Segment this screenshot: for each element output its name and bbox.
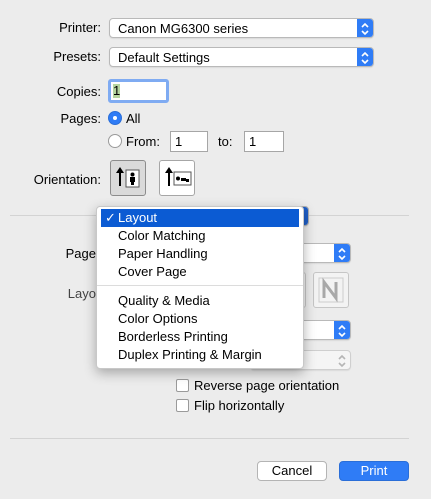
- menu-item-label: Color Matching: [118, 228, 206, 243]
- layout-n-icon: [318, 277, 344, 303]
- menu-item-label: Borderless Printing: [118, 329, 228, 344]
- presets-select-value: Default Settings: [118, 50, 210, 65]
- print-button[interactable]: Print: [339, 461, 409, 481]
- reverse-orientation-checkbox[interactable]: [176, 379, 189, 392]
- flip-horizontally-checkbox[interactable]: [176, 399, 189, 412]
- pages-from-label: From:: [126, 134, 160, 149]
- menu-separator: [97, 285, 303, 286]
- portrait-icon: [116, 167, 140, 188]
- landscape-icon: [165, 167, 192, 186]
- pages-from-field[interactable]: 1: [170, 131, 208, 152]
- orientation-landscape-button[interactable]: [159, 160, 195, 196]
- orientation-portrait-button[interactable]: [110, 160, 146, 196]
- printer-label: Printer:: [59, 20, 101, 35]
- menu-item-borderless-printing[interactable]: Borderless Printing: [97, 328, 303, 346]
- presets-select[interactable]: Default Settings: [109, 47, 374, 67]
- menu-item-label: Duplex Printing & Margin: [118, 347, 262, 362]
- printer-select[interactable]: Canon MG6300 series: [109, 18, 374, 38]
- layout-direction-n-button[interactable]: [313, 272, 349, 308]
- menu-item-label: Color Options: [118, 311, 198, 326]
- chevron-updown-icon: [357, 48, 373, 66]
- menu-item-label: Layout: [118, 210, 158, 225]
- menu-item-color-matching[interactable]: Color Matching: [97, 227, 303, 245]
- menu-item-paper-handling[interactable]: Paper Handling: [97, 245, 303, 263]
- cancel-button[interactable]: Cancel: [257, 461, 327, 481]
- copies-field[interactable]: 1: [108, 79, 169, 103]
- menu-item-quality-media[interactable]: Quality & Media: [97, 292, 303, 310]
- separator-bottom: [10, 438, 409, 439]
- pages-from-value: 1: [175, 134, 183, 149]
- pages-to-value: 1: [249, 134, 257, 149]
- section-menu: ✓ Layout Color Matching Paper Handling C…: [96, 206, 304, 369]
- chevron-updown-icon: [334, 351, 350, 369]
- chevron-updown-icon: [334, 244, 350, 262]
- menu-item-layout[interactable]: ✓ Layout: [101, 209, 299, 227]
- menu-item-cover-page[interactable]: Cover Page: [97, 263, 303, 281]
- chevron-updown-icon: [357, 19, 373, 37]
- menu-item-label: Paper Handling: [118, 246, 208, 261]
- orientation-label: Orientation:: [33, 172, 101, 187]
- pages-from-radio[interactable]: [108, 134, 122, 148]
- pages-all-label: All: [126, 111, 141, 126]
- page-setting-label: Page: [65, 246, 96, 261]
- pages-to-field[interactable]: 1: [244, 131, 284, 152]
- presets-label: Presets:: [53, 49, 101, 64]
- flip-horizontally-label: Flip horizontally: [194, 398, 285, 413]
- menu-item-color-options[interactable]: Color Options: [97, 310, 303, 328]
- menu-item-label: Quality & Media: [118, 293, 210, 308]
- pages-label: Pages:: [60, 111, 101, 126]
- checkmark-icon: ✓: [105, 210, 116, 225]
- pages-to-label: to:: [218, 134, 233, 149]
- reverse-orientation-label: Reverse page orientation: [194, 378, 340, 393]
- layout-direction-label: Layo: [67, 286, 96, 301]
- menu-item-label: Cover Page: [118, 264, 187, 279]
- copies-value: 1: [113, 83, 121, 98]
- chevron-updown-icon: [334, 321, 350, 339]
- pages-all-radio[interactable]: [108, 111, 122, 125]
- copies-label: Copies:: [56, 84, 101, 99]
- menu-item-duplex-printing-margin[interactable]: Duplex Printing & Margin: [97, 346, 303, 364]
- printer-select-value: Canon MG6300 series: [118, 21, 249, 36]
